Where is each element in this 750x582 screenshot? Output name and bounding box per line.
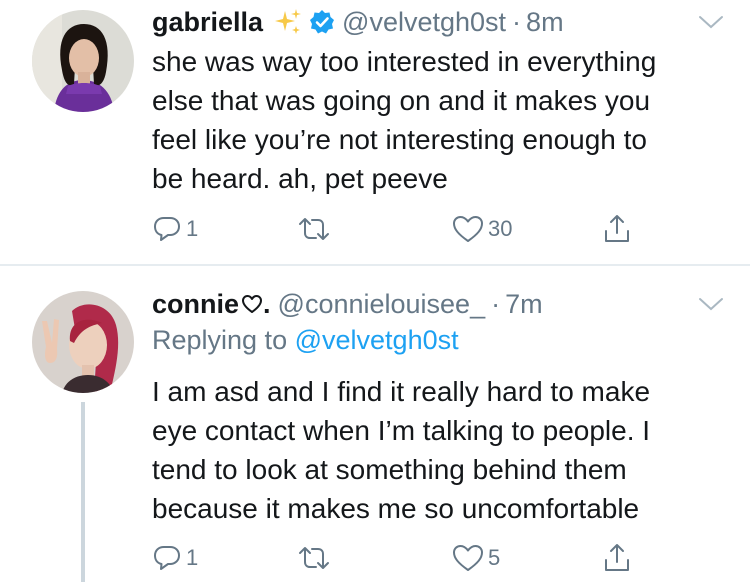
display-name[interactable]: gabriella	[152, 7, 263, 38]
sparkles-icon	[273, 7, 303, 37]
tweet-header: gabriella @velvetgh0st · 8m	[152, 5, 564, 39]
action-bar: 1 30	[152, 212, 652, 246]
timestamp[interactable]: 8m	[526, 7, 564, 38]
retweet-button[interactable]	[297, 212, 335, 246]
tweet[interactable]: connie . @connielouisee_ · 7m Replying t…	[0, 266, 750, 582]
tweet-text-line: feel like you’re not interesting enough …	[152, 124, 647, 155]
retweet-icon	[297, 214, 331, 244]
avatar[interactable]	[32, 10, 134, 112]
tweet-text-line: eye contact when I’m talking to people. …	[152, 415, 651, 446]
tweet[interactable]: gabriella @velvetgh0st · 8m she was way …	[0, 0, 750, 264]
display-name-suffix: .	[263, 288, 271, 319]
mention-link[interactable]: @velvetgh0st	[295, 325, 459, 355]
tweet-text: I am asd and I find it really hard to ma…	[152, 372, 732, 528]
tweet-text-line: tend to look at something behind them	[152, 454, 627, 485]
chevron-down-icon[interactable]	[698, 296, 724, 312]
timestamp[interactable]: 7m	[505, 289, 543, 320]
like-button[interactable]: 5	[452, 541, 500, 575]
chevron-down-icon[interactable]	[698, 14, 724, 30]
separator-dot: ·	[491, 288, 501, 319]
share-button[interactable]	[602, 212, 632, 246]
display-name[interactable]: connie	[152, 289, 239, 320]
action-bar: 1 5	[152, 541, 652, 575]
tweet-text: she was way too interested in everything…	[152, 42, 732, 198]
reply-count: 1	[186, 545, 199, 570]
separator-dot: ·	[512, 6, 522, 37]
username[interactable]: @velvetgh0st	[342, 7, 506, 38]
reply-button[interactable]: 1	[152, 541, 198, 575]
share-button[interactable]	[602, 541, 632, 575]
like-count: 30	[488, 216, 513, 241]
replying-to-label: Replying to	[152, 325, 288, 355]
tweet-text-line: I am asd and I find it really hard to ma…	[152, 376, 651, 407]
reply-count: 1	[186, 216, 199, 241]
replying-to: Replying to @velvetgh0st	[152, 325, 459, 356]
reply-icon	[152, 543, 182, 573]
share-icon	[602, 542, 632, 574]
tweet-header: connie . @connielouisee_ · 7m	[152, 287, 543, 321]
avatar[interactable]	[32, 291, 134, 393]
heart-icon	[452, 543, 484, 573]
heart-icon	[452, 214, 484, 244]
verified-badge-icon	[309, 9, 335, 35]
retweet-button[interactable]	[297, 541, 335, 575]
like-button[interactable]: 30	[452, 212, 512, 246]
reply-icon	[152, 214, 182, 244]
retweet-icon	[297, 543, 331, 573]
tweet-text-line: else that was going on and it makes you	[152, 85, 651, 116]
reply-button[interactable]: 1	[152, 212, 198, 246]
share-icon	[602, 213, 632, 245]
username[interactable]: @connielouisee_	[278, 289, 486, 320]
thread-line	[81, 402, 85, 582]
tweet-text-line: because it makes me so uncomfortable	[152, 493, 640, 524]
tweet-text-line: she was way too interested in everything	[152, 46, 657, 77]
like-count: 5	[488, 545, 501, 570]
tweet-text-line: be heard. ah, pet peeve	[152, 163, 448, 194]
heart-outline-icon	[241, 293, 263, 315]
